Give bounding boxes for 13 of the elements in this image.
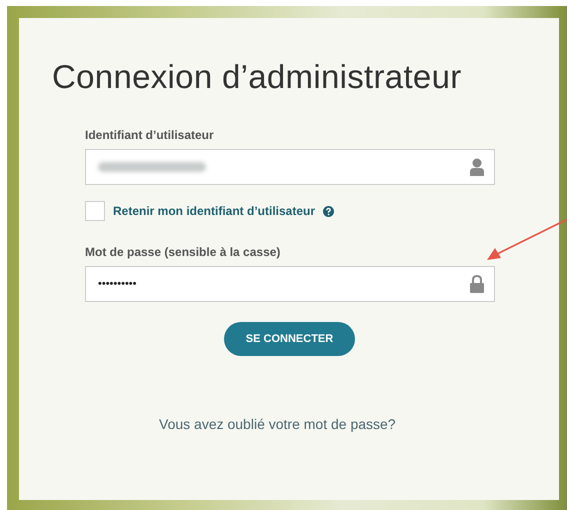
- page-title: Connexion d’administrateur: [52, 58, 463, 96]
- lock-icon: [470, 275, 484, 293]
- field-label: Identifiant d’utilisateur: [85, 128, 214, 142]
- username-field[interactable]: [85, 149, 495, 185]
- remember-label: Retenir mon identifiant d’utilisateur: [113, 204, 316, 218]
- user-icon: [470, 158, 484, 176]
- forgot-password-link[interactable]: Vous avez oublié votre mot de passe?: [159, 416, 396, 432]
- login-button[interactable]: SE CONNECTER: [224, 322, 355, 356]
- password-field[interactable]: ••••••••••: [85, 266, 495, 302]
- field-label: Mot de passe (sensible à la casse): [85, 245, 280, 259]
- remember-checkbox[interactable]: [85, 201, 105, 221]
- help-icon[interactable]: [323, 206, 334, 216]
- password-value: ••••••••••: [98, 278, 137, 290]
